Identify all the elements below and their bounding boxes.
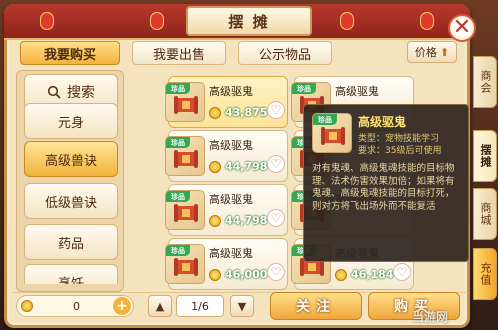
coin-icon	[209, 107, 221, 119]
tab-sell[interactable]: 我要出售	[132, 41, 226, 65]
money-display: 0 +	[16, 295, 134, 317]
tab-buy[interactable]: 我要购买	[20, 41, 120, 65]
page-indicator: 1/6	[176, 295, 224, 317]
scroll-icon	[174, 96, 198, 114]
item-scroll-icon: 珍品	[165, 244, 205, 284]
lantern-decoration	[340, 12, 354, 30]
item-name: 高级驱鬼	[209, 85, 253, 98]
favorite-heart-icon[interactable]: ♡	[393, 263, 411, 281]
category-cooking-partial[interactable]: 烹饪	[24, 264, 118, 284]
page-down-button[interactable]: ▼	[230, 295, 254, 317]
category-basic-skill-books[interactable]: 低级兽诀	[24, 183, 118, 219]
favorite-heart-icon[interactable]: ♡	[267, 155, 285, 173]
scroll-icon	[174, 258, 198, 276]
sort-by-price-button[interactable]: 价格 ⬆	[407, 41, 457, 63]
item-scroll-icon: 珍品	[312, 113, 352, 153]
sort-arrow-icon: ⬆	[439, 45, 450, 59]
plus-icon: +	[116, 298, 128, 314]
sort-label: 价格	[414, 46, 437, 59]
item-scroll-icon: 珍品	[165, 136, 205, 176]
item-price: 46,184	[351, 268, 394, 281]
item-name: 高级驱鬼	[209, 193, 253, 206]
arrow-up-icon: ▲	[155, 299, 165, 313]
item-price: 46,000	[225, 268, 268, 281]
tooltip-description: 对有鬼魂、高级鬼魂技能的目标物理、法术伤害效果加倍；如果将有鬼魂、高级鬼魂技能的…	[312, 163, 455, 212]
item-tooltip: 珍品 高级驱鬼 类型：宠物技能学习 要求：35级后可使用 对有鬼魂、高级鬼魂技能…	[303, 104, 469, 262]
category-cooking: 烹饪	[24, 264, 118, 284]
side-tab-stall[interactable]: 摆摊	[473, 130, 497, 182]
tooltip-title: 高级驱鬼	[358, 115, 407, 129]
scroll-icon	[321, 127, 345, 145]
item-scroll-icon: 珍品	[165, 82, 205, 122]
category-medicine[interactable]: 药品	[24, 224, 118, 260]
category-advanced-skill-books[interactable]: 高级兽诀	[24, 141, 118, 177]
lantern-decoration	[420, 12, 434, 30]
item-scroll-icon: 珍品	[165, 190, 205, 230]
scroll-icon	[174, 150, 198, 168]
close-button[interactable]: ✕	[448, 14, 476, 42]
tooltip-requirement: 要求：35级后可使用	[358, 146, 442, 156]
item-price: 44,798	[225, 214, 268, 227]
side-tab-guild-shop[interactable]: 商会	[473, 56, 497, 108]
item-card[interactable]: 珍品 高级驱鬼 44,798 ♡	[165, 184, 288, 236]
item-name: 高级驱鬼	[209, 139, 253, 152]
item-price: 43,875	[225, 106, 268, 119]
coin-icon	[335, 269, 347, 281]
item-card[interactable]: 珍品 高级驱鬼 43,875 ♡	[165, 76, 288, 128]
item-name: 高级驱鬼	[335, 85, 379, 98]
item-card[interactable]: 珍品 高级驱鬼 44,798 ♡	[165, 130, 288, 182]
money-amount: 0	[73, 300, 80, 313]
watermark-text: 当游网	[412, 310, 449, 324]
lantern-decoration	[150, 12, 164, 30]
coin-icon	[209, 215, 221, 227]
scroll-icon	[174, 204, 198, 222]
item-name: 高级驱鬼	[209, 247, 253, 260]
tab-public-items[interactable]: 公示物品	[238, 41, 332, 65]
item-price: 44,798	[225, 160, 268, 173]
lantern-decoration	[40, 12, 54, 30]
coin-icon	[209, 161, 221, 173]
add-money-button[interactable]: +	[113, 297, 131, 315]
coin-icon	[21, 300, 33, 312]
side-tab-recharge[interactable]: 充值	[473, 248, 497, 300]
arrow-down-icon: ▼	[237, 299, 247, 313]
favorite-heart-icon[interactable]: ♡	[267, 263, 285, 281]
window-title: 摆 摊	[186, 6, 312, 36]
close-icon: ✕	[452, 15, 472, 40]
side-tab-mall[interactable]: 商城	[473, 188, 497, 240]
favorite-heart-icon[interactable]: ♡	[267, 101, 285, 119]
follow-button[interactable]: 关注	[270, 292, 362, 320]
search-icon	[47, 85, 61, 99]
category-yuanshen[interactable]: 元身	[24, 103, 118, 139]
page-up-button[interactable]: ▲	[148, 295, 172, 317]
search-label: 搜索	[67, 85, 95, 101]
item-card[interactable]: 珍品 高级驱鬼 46,000 ♡	[165, 238, 288, 290]
favorite-heart-icon[interactable]: ♡	[267, 209, 285, 227]
coin-icon	[209, 269, 221, 281]
